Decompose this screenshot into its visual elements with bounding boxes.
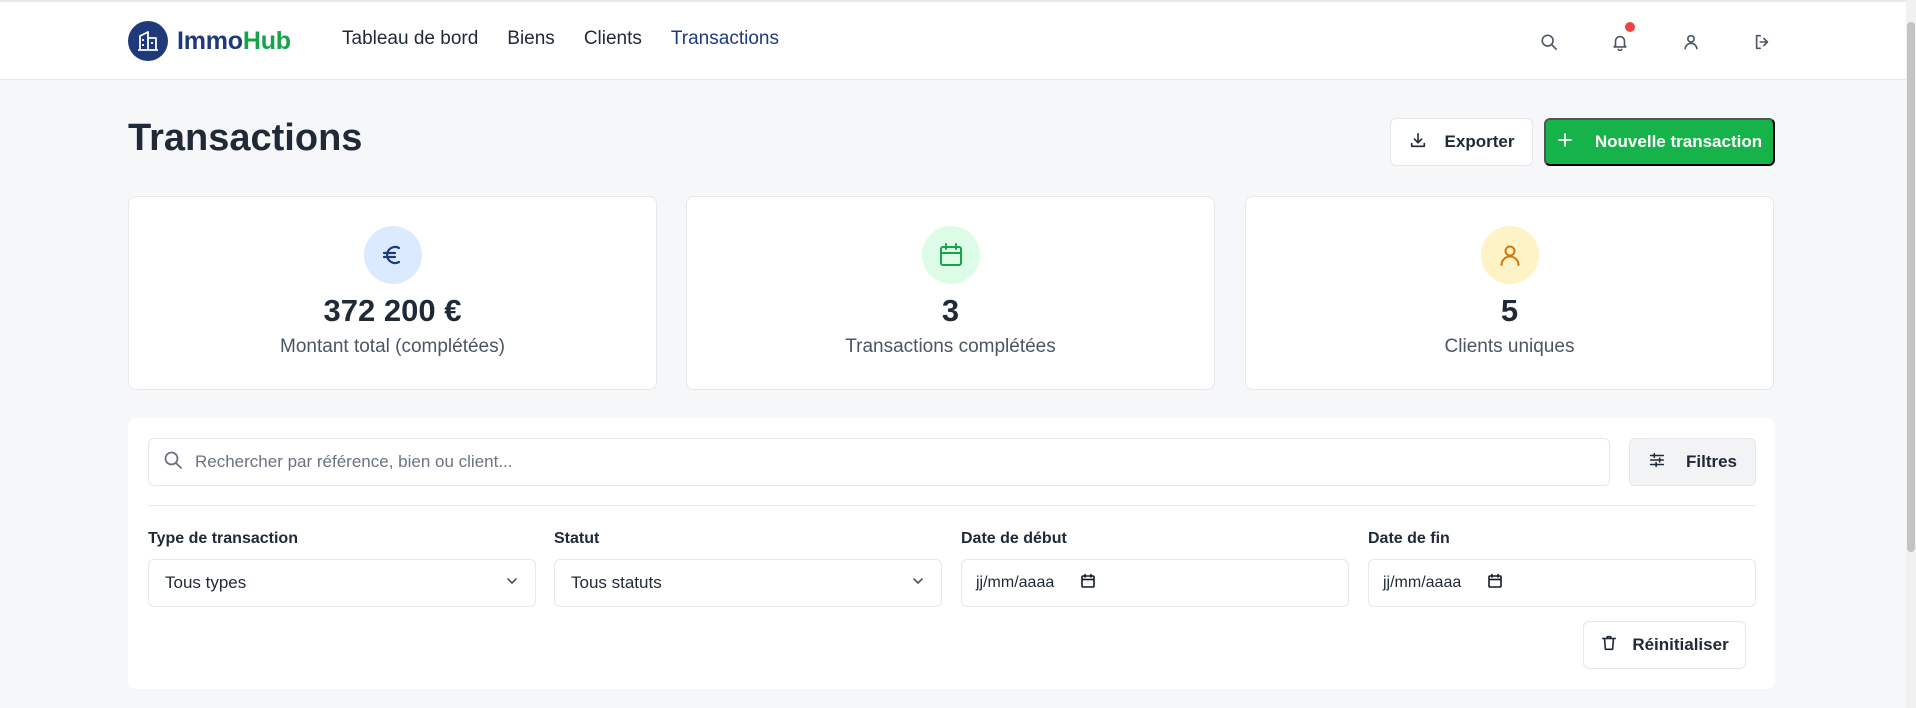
header-actions bbox=[1537, 22, 1774, 56]
top-navigation-bar: ImmoHub Tableau de bord Biens Clients Tr… bbox=[0, 0, 1906, 80]
stat-value-total-amount: 372 200 € bbox=[323, 293, 462, 328]
reset-button[interactable]: Réinitialiser bbox=[1583, 621, 1746, 669]
stat-card-total-amount: 372 200 € Montant total (complétées) bbox=[128, 196, 657, 390]
filter-panel: Filtres Type de transaction Tous types S… bbox=[128, 418, 1775, 689]
search-input[interactable] bbox=[195, 452, 1495, 472]
nav-item-dashboard[interactable]: Tableau de bord bbox=[342, 28, 478, 50]
status-filter: Statut Tous statuts bbox=[554, 530, 942, 607]
chevron-down-icon bbox=[911, 573, 925, 593]
divider bbox=[148, 505, 1756, 506]
filters-button[interactable]: Filtres bbox=[1629, 438, 1756, 486]
transaction-type-label: Type de transaction bbox=[148, 530, 298, 547]
export-label: Exporter bbox=[1444, 132, 1515, 151]
notification-dot bbox=[1625, 22, 1635, 32]
reset-label: Réinitialiser bbox=[1632, 635, 1729, 654]
search-icon bbox=[163, 450, 183, 475]
building-icon bbox=[128, 21, 168, 61]
calendar-icon[interactable] bbox=[1487, 573, 1503, 594]
transaction-type-select[interactable]: Tous types bbox=[148, 559, 536, 607]
end-date-value: jj/mm/aaaa bbox=[1383, 574, 1462, 591]
plus-icon bbox=[1557, 132, 1573, 153]
export-button[interactable]: Exporter bbox=[1390, 118, 1533, 166]
new-transaction-label: Nouvelle transaction bbox=[1594, 132, 1763, 151]
stat-value-completed-transactions: 3 bbox=[941, 293, 960, 328]
start-date-filter: Date de début jj/mm/aaaa bbox=[961, 530, 1349, 607]
status-value: Tous statuts bbox=[571, 573, 662, 592]
start-date-input[interactable]: jj/mm/aaaa bbox=[961, 559, 1349, 607]
nav-item-clients[interactable]: Clients bbox=[584, 28, 642, 50]
status-select[interactable]: Tous statuts bbox=[554, 559, 942, 607]
bell-icon[interactable] bbox=[1608, 22, 1635, 56]
transaction-type-value: Tous types bbox=[165, 573, 247, 592]
page-title: Transactions bbox=[128, 117, 363, 159]
page-scrollbar[interactable] bbox=[1906, 0, 1916, 708]
sliders-icon bbox=[1648, 451, 1666, 474]
transaction-type-filter: Type de transaction Tous types bbox=[148, 530, 536, 607]
brand-name: ImmoHub bbox=[177, 27, 291, 56]
stat-value-unique-clients: 5 bbox=[1500, 293, 1519, 328]
brand-name-part2: Hub bbox=[242, 26, 291, 55]
stat-label-unique-clients: Clients uniques bbox=[1444, 336, 1575, 357]
status-label: Statut bbox=[554, 530, 600, 547]
chevron-down-icon bbox=[505, 573, 519, 593]
start-date-label: Date de début bbox=[961, 530, 1067, 547]
start-date-value: jj/mm/aaaa bbox=[976, 574, 1055, 591]
brand-name-part1: Immo bbox=[177, 26, 243, 55]
user-icon bbox=[1480, 226, 1539, 284]
logout-icon[interactable] bbox=[1750, 28, 1774, 56]
stat-label-completed-transactions: Transactions complétées bbox=[845, 336, 1056, 357]
end-date-input[interactable]: jj/mm/aaaa bbox=[1368, 559, 1756, 607]
trash-icon bbox=[1600, 634, 1618, 657]
search-box[interactable] bbox=[148, 438, 1610, 486]
brand-logo[interactable]: ImmoHub bbox=[128, 21, 291, 61]
calendar-icon bbox=[921, 226, 980, 284]
end-date-filter: Date de fin jj/mm/aaaa bbox=[1368, 530, 1756, 607]
search-icon[interactable] bbox=[1537, 28, 1561, 56]
download-icon bbox=[1409, 131, 1427, 154]
scrollbar-thumb[interactable] bbox=[1907, 22, 1915, 552]
main-nav: Tableau de bord Biens Clients Transactio… bbox=[342, 28, 779, 50]
stat-label-total-amount: Montant total (complétées) bbox=[280, 336, 505, 357]
calendar-icon[interactable] bbox=[1080, 573, 1096, 594]
user-icon[interactable] bbox=[1679, 28, 1703, 56]
end-date-label: Date de fin bbox=[1368, 530, 1450, 547]
stat-card-unique-clients: 5 Clients uniques bbox=[1245, 196, 1774, 390]
nav-item-transactions[interactable]: Transactions bbox=[671, 28, 779, 50]
new-transaction-button[interactable]: Nouvelle transaction bbox=[1544, 118, 1775, 166]
nav-item-properties[interactable]: Biens bbox=[507, 28, 555, 50]
stat-card-completed-transactions: 3 Transactions complétées bbox=[686, 196, 1215, 390]
euro-icon bbox=[363, 226, 422, 284]
filters-label: Filtres bbox=[1685, 452, 1738, 471]
